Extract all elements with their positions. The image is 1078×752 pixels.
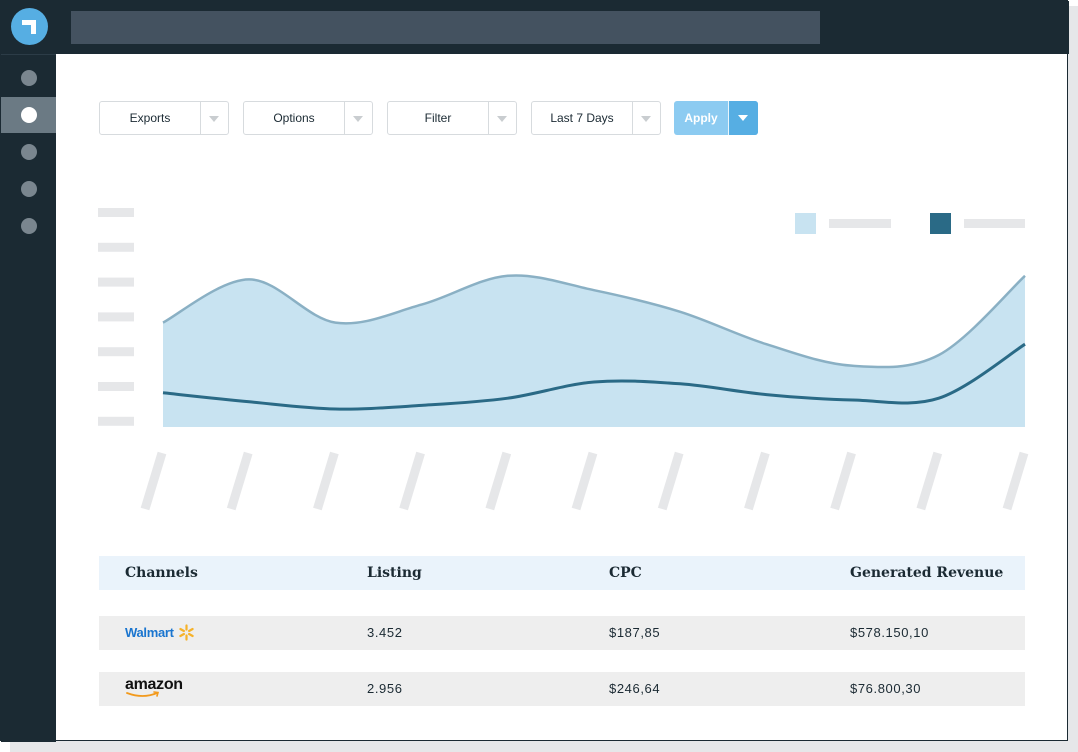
x-tick-label-placeholder: [313, 451, 339, 511]
window-shadow-right: [1068, 6, 1078, 752]
x-tick-label-placeholder: [744, 451, 770, 511]
revenue-cell: $578.150,10: [850, 625, 929, 640]
app-window: Exports Options Filter Last 7 Days Apply…: [0, 0, 1069, 742]
table-header: Channels Listing CPC Generated Revenue: [99, 556, 1025, 590]
legend-swatch-line: [930, 213, 951, 234]
legend-label-placeholder: [964, 219, 1025, 228]
column-header-listing: Listing: [367, 565, 422, 581]
column-header-cpc: CPC: [609, 565, 642, 581]
column-header-revenue: Generated Revenue: [850, 565, 1004, 581]
legend-swatch-area: [795, 213, 816, 234]
x-tick-label-placeholder: [571, 451, 598, 511]
x-tick-label-placeholder: [226, 451, 253, 511]
cpc-cell: $246,64: [609, 681, 661, 696]
x-tick-label-placeholder: [485, 451, 512, 511]
y-tick-label-placeholder: [98, 382, 134, 391]
y-tick-label-placeholder: [98, 208, 134, 217]
window-shadow-bottom: [10, 741, 1078, 752]
x-tick-label-placeholder: [140, 451, 167, 511]
y-tick-label-placeholder: [98, 416, 134, 426]
listing-cell: 2.956: [367, 681, 403, 696]
table-row[interactable]: amazon 2.956 $246,64 $76.800,30: [99, 672, 1025, 706]
column-header-channels: Channels: [125, 565, 198, 581]
legend-label-placeholder: [829, 219, 891, 228]
table-row[interactable]: Walmart 3.452 $187,85 $578.150,10: [99, 616, 1025, 650]
y-tick-label-placeholder: [98, 242, 134, 252]
x-tick-label-placeholder: [657, 451, 684, 511]
walmart-spark-icon: [179, 624, 194, 641]
area-chart: [98, 208, 1029, 511]
revenue-cell: $76.800,30: [850, 681, 922, 696]
y-tick-label-placeholder: [98, 312, 134, 322]
y-tick-label-placeholder: [98, 277, 134, 287]
x-tick-label-placeholder: [830, 451, 856, 511]
x-tick-label-placeholder: [916, 451, 943, 511]
amazon-smile-icon: [126, 691, 160, 697]
y-tick-label-placeholder: [98, 347, 134, 357]
x-tick-label-placeholder: [1002, 451, 1029, 511]
cpc-cell: $187,85: [609, 625, 661, 640]
walmart-logo: Walmart: [125, 625, 174, 640]
x-tick-label-placeholder: [399, 451, 425, 511]
listing-cell: 3.452: [367, 625, 403, 640]
